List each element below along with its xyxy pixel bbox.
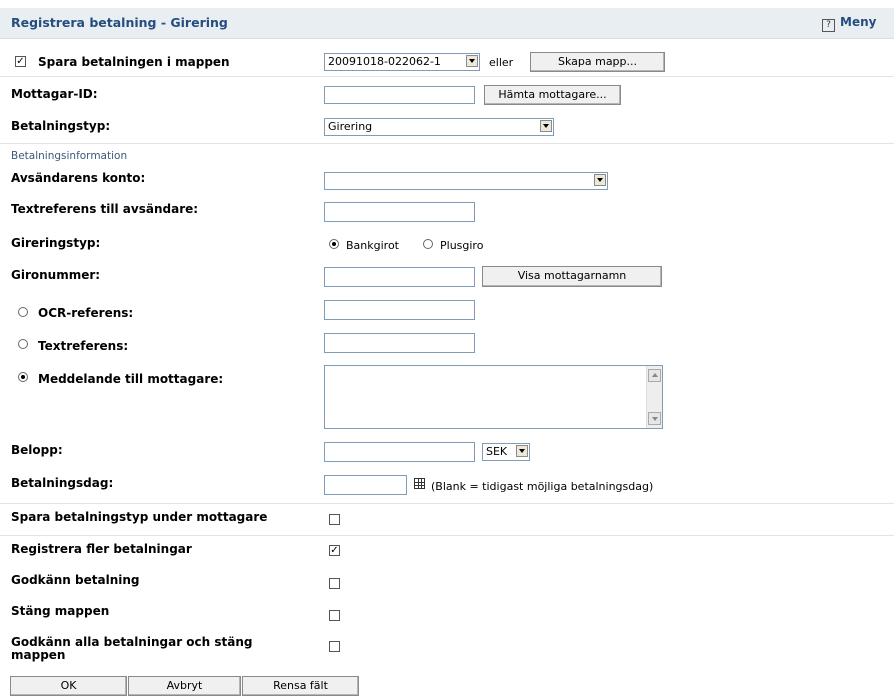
approve-all-label: Godkänn alla betalningar och stäng mappen — [11, 636, 252, 662]
divider — [0, 503, 894, 504]
save-type-label: Spara betalningstyp under mottagare — [11, 510, 268, 524]
ocr-input[interactable] — [324, 300, 475, 320]
giro-number-input[interactable] — [324, 267, 475, 287]
ok-button[interactable]: OK — [10, 676, 127, 696]
recipient-id-input[interactable] — [324, 86, 475, 104]
page-title: Registrera betalning - Girering — [11, 15, 228, 30]
save-in-folder-checkbox[interactable]: ✓ — [15, 56, 26, 67]
folder-select[interactable]: 20091018-022062-1 — [324, 53, 480, 71]
help-icon: ? — [822, 19, 835, 32]
show-recipient-name-button[interactable]: Visa mottagarnamn — [482, 266, 662, 287]
approve-all-line2: mappen — [11, 648, 66, 662]
divider — [0, 535, 894, 536]
menu-label: Meny — [840, 15, 877, 29]
currency-value: SEK — [486, 445, 508, 458]
close-folder-label: Stäng mappen — [11, 604, 110, 618]
bankgiro-radio[interactable] — [329, 239, 339, 249]
approve-checkbox[interactable] — [329, 578, 340, 589]
chevron-down-icon — [594, 174, 606, 186]
payment-date-hint: (Blank = tidigast möjliga betalningsdag) — [431, 480, 654, 493]
ocr-radio[interactable] — [18, 307, 28, 317]
recipient-id-label: Mottagar-ID: — [11, 87, 98, 101]
plusgiro-radio[interactable] — [423, 239, 433, 249]
save-type-checkbox[interactable] — [329, 514, 340, 525]
fetch-recipient-button[interactable]: Hämta mottagare... — [484, 85, 621, 105]
menu-link[interactable]: ? Meny — [822, 15, 876, 32]
bankgiro-label: Bankgirot — [346, 239, 399, 252]
payment-type-value: Girering — [328, 120, 373, 133]
plusgiro-label: Plusgiro — [440, 239, 484, 252]
approve-label: Godkänn betalning — [11, 573, 140, 587]
message-radio[interactable] — [18, 372, 28, 382]
message-textarea[interactable] — [324, 365, 663, 429]
save-in-folder-label: Spara betalningen i mappen — [38, 55, 230, 69]
payment-type-select[interactable]: Girering — [324, 118, 554, 136]
currency-select[interactable]: SEK — [482, 443, 530, 461]
chevron-down-icon — [466, 55, 478, 67]
approve-all-checkbox[interactable] — [329, 641, 340, 652]
chevron-down-icon — [540, 120, 552, 132]
clear-fields-button[interactable]: Rensa fält — [242, 676, 359, 696]
approve-all-line1: Godkänn alla betalningar och stäng — [11, 635, 253, 649]
sender-ref-label: Textreferens till avsändare: — [11, 202, 199, 216]
calendar-icon[interactable] — [414, 478, 425, 489]
sender-ref-input[interactable] — [324, 202, 475, 222]
chevron-down-icon — [516, 445, 528, 457]
divider — [0, 143, 894, 144]
sender-account-label: Avsändarens konto: — [11, 171, 146, 185]
amount-input[interactable] — [324, 442, 475, 462]
cancel-button[interactable]: Avbryt — [128, 676, 241, 696]
amount-label: Belopp: — [11, 443, 63, 457]
divider — [0, 76, 894, 77]
text-ref-input[interactable] — [324, 333, 475, 353]
scroll-up-icon[interactable] — [648, 369, 661, 382]
text-ref-radio[interactable] — [18, 339, 28, 349]
more-payments-checkbox[interactable]: ✓ — [329, 545, 340, 556]
payment-type-label: Betalningstyp: — [11, 119, 111, 133]
giro-type-label: Gireringstyp: — [11, 236, 101, 250]
or-label: eller — [489, 56, 514, 69]
payment-date-input[interactable] — [324, 475, 407, 495]
payment-date-label: Betalningsdag: — [11, 476, 114, 490]
section-title: Betalningsinformation — [11, 150, 128, 162]
message-label: Meddelande till mottagare: — [38, 372, 224, 386]
giro-number-label: Gironummer: — [11, 268, 101, 282]
create-folder-button[interactable]: Skapa mapp... — [530, 52, 665, 72]
message-scrollbar[interactable] — [646, 366, 662, 428]
close-folder-checkbox[interactable] — [329, 610, 340, 621]
folder-select-value: 20091018-022062-1 — [328, 55, 441, 68]
sender-account-select[interactable] — [324, 172, 608, 190]
scroll-down-icon[interactable] — [648, 412, 661, 425]
ocr-label: OCR-referens: — [38, 306, 134, 320]
text-ref-label: Textreferens: — [38, 339, 129, 353]
more-payments-label: Registrera fler betalningar — [11, 542, 192, 556]
